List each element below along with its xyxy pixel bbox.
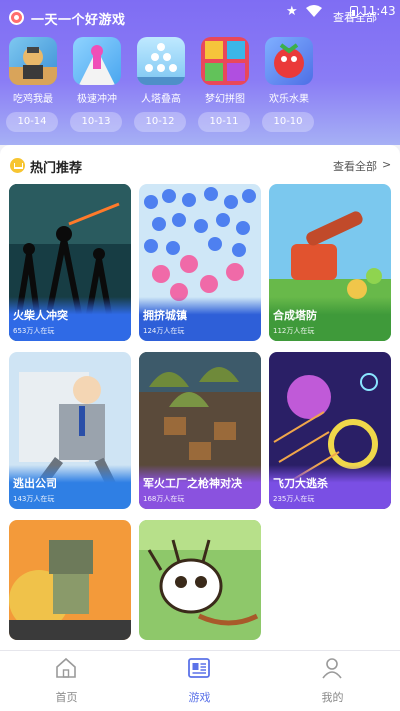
- game-card[interactable]: 合成塔防 112万人在玩: [269, 184, 391, 341]
- recent-games: 吃鸡我最 10-14 极速冲冲 10-13 人塔叠高 10-12 梦幻拼图 10…: [4, 37, 400, 137]
- card-label: 逃出公司 143万人在玩: [9, 465, 131, 509]
- recent-game-icon: [201, 37, 249, 85]
- app-title: 一天一个好游戏: [31, 13, 126, 28]
- recent-game-icon: [73, 37, 121, 85]
- recent-game-name: 吃鸡我最: [13, 94, 53, 105]
- game-name: 拥挤城镇: [143, 309, 187, 322]
- game-card[interactable]: 拥挤城镇 124万人在玩: [139, 184, 261, 341]
- game-name: 火柴人冲突: [13, 309, 68, 322]
- game-card[interactable]: 飞刀大逃杀 235万人在玩: [269, 352, 391, 509]
- game-name: 飞刀大逃杀: [273, 477, 328, 490]
- recent-game-date: 10-11: [198, 112, 250, 132]
- card-label: 拥挤城镇 124万人在玩: [139, 297, 261, 341]
- game-card[interactable]: 火柴人冲突 653万人在玩: [9, 184, 131, 341]
- recent-game-name: 人塔叠高: [141, 94, 181, 105]
- recent-game-item[interactable]: 欢乐水果 10-10: [260, 37, 324, 135]
- recent-game-date: 10-13: [70, 112, 122, 132]
- game-players: 124万人在玩: [143, 327, 185, 335]
- bottom-nav: 首页 游戏 我的: [0, 650, 400, 711]
- recent-game-icon: [9, 37, 57, 85]
- nav-label: 首页: [55, 691, 78, 704]
- game-card[interactable]: 逃出公司 143万人在玩: [9, 352, 131, 509]
- game-art: [139, 520, 261, 640]
- game-name: 军火工厂之枪神对决: [143, 477, 242, 490]
- recent-game-name: 极速冲冲: [77, 94, 117, 105]
- card-label: 合成塔防 112万人在玩: [269, 297, 391, 341]
- wifi-icon: [306, 5, 322, 17]
- game-art: [9, 520, 131, 640]
- nav-home[interactable]: 首页: [0, 651, 133, 711]
- game-card[interactable]: [9, 520, 131, 640]
- chevron-right-icon[interactable]: >: [382, 158, 391, 171]
- card-label: 飞刀大逃杀 235万人在玩: [269, 465, 391, 509]
- recent-game-icon: [265, 37, 313, 85]
- status-bar: 一天一个好游戏 ★ 查看全部 11:43: [0, 0, 400, 30]
- recent-game-item[interactable]: 梦幻拼图 10-11: [196, 37, 260, 135]
- card-label: 军火工厂之枪神对决 168万人在玩: [139, 465, 261, 509]
- recent-game-icon: [137, 37, 185, 85]
- nav-label: 我的: [321, 691, 344, 704]
- recent-game-item[interactable]: 吃鸡我最 10-14: [4, 37, 68, 135]
- recent-game-date: 10-12: [134, 112, 186, 132]
- header: 一天一个好游戏 ★ 查看全部 11:43 吃鸡我最 10-14 极速冲冲 10-…: [0, 0, 400, 145]
- recent-game-date: 10-14: [6, 112, 58, 132]
- game-name: 合成塔防: [273, 309, 317, 322]
- nav-profile[interactable]: 我的: [266, 651, 399, 711]
- recent-game-item[interactable]: 人塔叠高 10-12: [132, 37, 196, 135]
- clock: 11:43: [361, 4, 396, 18]
- games-icon: [188, 658, 210, 678]
- game-name: 逃出公司: [13, 477, 57, 490]
- game-players: 112万人在玩: [273, 327, 315, 335]
- section-title: 热门推荐: [30, 161, 83, 176]
- game-card[interactable]: [139, 520, 261, 640]
- recent-game-name: 欢乐水果: [269, 94, 309, 105]
- battery-icon: [350, 6, 358, 18]
- view-all-link[interactable]: 查看全部: [333, 158, 377, 174]
- profile-icon: [322, 658, 342, 679]
- crown-icon: [10, 158, 25, 173]
- game-players: 143万人在玩: [13, 495, 55, 503]
- card-label: 火柴人冲突 653万人在玩: [9, 297, 131, 341]
- nav-label: 游戏: [188, 691, 211, 704]
- game-card[interactable]: 军火工厂之枪神对决 168万人在玩: [139, 352, 261, 509]
- recent-game-name: 梦幻拼图: [205, 94, 245, 105]
- nav-games[interactable]: 游戏: [133, 651, 266, 711]
- star-icon: ★: [286, 4, 298, 19]
- game-players: 235万人在玩: [273, 495, 315, 503]
- game-players: 168万人在玩: [143, 495, 185, 503]
- game-players: 653万人在玩: [13, 327, 55, 335]
- recent-game-date: 10-10: [262, 112, 314, 132]
- app-logo-icon: [9, 10, 24, 25]
- recent-game-item[interactable]: 极速冲冲 10-13: [68, 37, 132, 135]
- home-icon: [56, 657, 76, 678]
